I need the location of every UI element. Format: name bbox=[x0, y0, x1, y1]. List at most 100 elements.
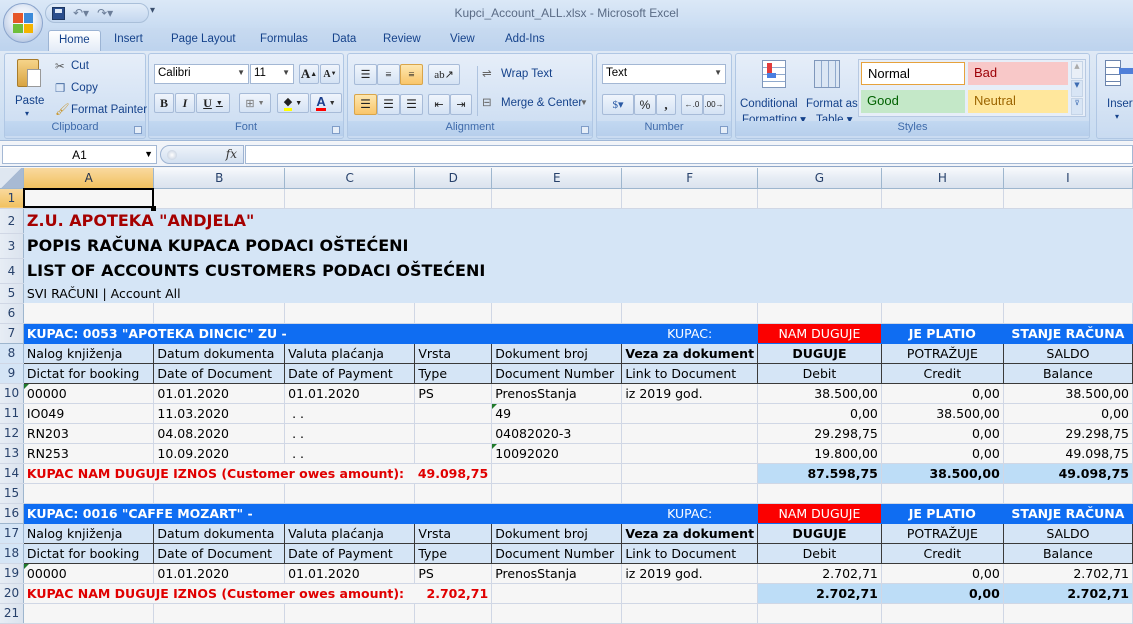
font-size-select[interactable]: 11 ▼ bbox=[250, 64, 294, 84]
tab-page-layout[interactable]: Page Layout bbox=[161, 30, 246, 51]
cell-dokument[interactable]: PrenosStanja bbox=[491, 563, 623, 584]
header-cell[interactable]: Valuta plaćanja bbox=[284, 343, 416, 364]
report-title-en[interactable]: LIST OF ACCOUNTS CUSTOMERS PODACI OŠTEĆE… bbox=[23, 258, 1133, 283]
header-cell[interactable]: Dictat for booking bbox=[23, 363, 155, 384]
copy-button[interactable]: ❐ Copy bbox=[53, 80, 143, 98]
header-cell[interactable]: Date of Payment bbox=[284, 543, 416, 564]
cell-credit[interactable]: 0,00 bbox=[881, 443, 1004, 464]
cell-dokument[interactable]: 10092020 bbox=[491, 443, 623, 464]
row-header[interactable]: 18 bbox=[0, 543, 24, 564]
total-debit[interactable]: 87.598,75 bbox=[757, 463, 882, 484]
cell-datum[interactable]: 01.01.2020 bbox=[153, 563, 286, 584]
cell-datum[interactable]: 04.08.2020 bbox=[153, 423, 286, 444]
row-header[interactable]: 3 bbox=[0, 233, 24, 259]
fill-color-button[interactable]: ◆ ▼ bbox=[277, 93, 309, 113]
kupac-label[interactable]: KUPAC: bbox=[621, 503, 759, 524]
style-good[interactable]: Good bbox=[861, 90, 965, 113]
select-all-corner[interactable] bbox=[0, 168, 24, 189]
row-header[interactable]: 4 bbox=[0, 258, 24, 284]
style-normal[interactable]: Normal bbox=[861, 62, 965, 85]
insert-cells-button[interactable]: Insert ▾ bbox=[1101, 58, 1133, 121]
format-painter-button[interactable]: 🖌 Format Painter bbox=[53, 102, 147, 120]
header-cell[interactable]: SALDO bbox=[1003, 343, 1133, 364]
cell-a1[interactable] bbox=[23, 188, 156, 210]
cell-vrsta[interactable]: PS bbox=[414, 383, 493, 404]
borders-button[interactable]: ⊞ ▼ bbox=[239, 93, 271, 113]
increase-indent-button[interactable]: ⇥ bbox=[450, 94, 472, 115]
header-cell[interactable]: Link to Document bbox=[621, 543, 759, 564]
total-owes[interactable]: 2.702,71 bbox=[414, 583, 493, 604]
row-header[interactable]: 10 bbox=[0, 383, 24, 404]
cell-valuta[interactable]: . . bbox=[284, 443, 416, 464]
cell-dokument[interactable]: 49 bbox=[491, 403, 623, 424]
percent-button[interactable]: % bbox=[634, 94, 656, 115]
bold-button[interactable]: B bbox=[154, 93, 174, 113]
header-cell[interactable]: Document Number bbox=[491, 543, 623, 564]
formula-bar-resize-knob[interactable] bbox=[167, 150, 177, 160]
tab-formulas[interactable]: Formulas bbox=[250, 30, 318, 51]
number-format-select[interactable]: Text ▼ bbox=[602, 64, 726, 84]
comma-style-button[interactable]: , bbox=[656, 94, 676, 115]
decrease-decimal-button[interactable]: .00→ bbox=[703, 94, 725, 115]
header-cell[interactable]: Veza za dokument bbox=[621, 523, 759, 544]
header-cell[interactable]: Dictat for booking bbox=[23, 543, 155, 564]
cell-credit[interactable]: 0,00 bbox=[881, 423, 1004, 444]
header-cell[interactable]: Veza za dokument bbox=[621, 343, 759, 364]
header-cell[interactable]: Datum dokumenta bbox=[153, 523, 286, 544]
row-header[interactable]: 8 bbox=[0, 343, 24, 364]
cell-credit[interactable]: 0,00 bbox=[881, 383, 1004, 404]
header-cell[interactable]: SALDO bbox=[1003, 523, 1133, 544]
customize-qat-icon[interactable]: ▾ bbox=[150, 5, 155, 16]
row-header[interactable]: 1 bbox=[0, 188, 24, 209]
header-cell[interactable]: Nalog knjiženja bbox=[23, 343, 155, 364]
cell-valuta[interactable]: . . bbox=[284, 403, 416, 424]
row-header[interactable]: 7 bbox=[0, 323, 24, 344]
cell-saldo[interactable]: 49.098,75 bbox=[1003, 443, 1133, 464]
underline-button[interactable]: U ▼ bbox=[196, 93, 230, 113]
cell-veza[interactable]: iz 2019 god. bbox=[621, 383, 759, 404]
total-credit[interactable]: 0,00 bbox=[881, 583, 1004, 604]
shrink-font-button[interactable]: A ▼ bbox=[320, 64, 340, 84]
cell-dokument[interactable]: 04082020-3 bbox=[491, 423, 623, 444]
undo-icon[interactable]: ↶▾ bbox=[73, 6, 89, 20]
orientation-button[interactable]: ab↗ bbox=[428, 64, 460, 85]
column-header-c[interactable]: C bbox=[284, 168, 416, 189]
cell-valuta[interactable]: . . bbox=[284, 423, 416, 444]
total-saldo[interactable]: 2.702,71 bbox=[1003, 583, 1133, 604]
header-cell[interactable]: Document Number bbox=[491, 363, 623, 384]
tab-data[interactable]: Data bbox=[322, 30, 366, 51]
formula-input[interactable] bbox=[245, 145, 1133, 164]
decrease-indent-button[interactable]: ⇤ bbox=[428, 94, 450, 115]
align-left-button[interactable]: ☰ bbox=[354, 94, 377, 115]
column-header-h[interactable]: H bbox=[881, 168, 1004, 189]
row-header[interactable]: 5 bbox=[0, 283, 24, 304]
cell-saldo[interactable]: 0,00 bbox=[1003, 403, 1133, 424]
row-header[interactable]: 12 bbox=[0, 423, 24, 444]
cell-nalog[interactable]: RN253 bbox=[23, 443, 155, 464]
cell-vrsta[interactable] bbox=[414, 423, 493, 444]
header-cell[interactable]: Dokument broj bbox=[491, 343, 623, 364]
cell-credit[interactable]: 38.500,00 bbox=[881, 403, 1004, 424]
row-header[interactable]: 17 bbox=[0, 523, 24, 544]
header-cell[interactable]: Link to Document bbox=[621, 363, 759, 384]
header-cell[interactable]: Type bbox=[414, 543, 493, 564]
cell-debit[interactable]: 0,00 bbox=[757, 403, 882, 424]
header-cell[interactable]: POTRAŽUJE bbox=[881, 523, 1004, 544]
align-bottom-button[interactable]: ≡ bbox=[400, 64, 423, 85]
tab-view[interactable]: View bbox=[440, 30, 485, 51]
total-label[interactable]: KUPAC NAM DUGUJE IZNOS (Customer owes am… bbox=[23, 583, 415, 604]
header-cell[interactable]: Dokument broj bbox=[491, 523, 623, 544]
cell-nalog[interactable]: 00000 bbox=[23, 383, 155, 404]
font-dialog-launcher[interactable] bbox=[332, 126, 340, 134]
accounting-format-button[interactable]: $▾ bbox=[602, 94, 634, 115]
number-dialog-launcher[interactable] bbox=[720, 126, 728, 134]
align-top-button[interactable]: ☰ bbox=[354, 64, 377, 85]
font-name-select[interactable]: Calibri ▼ bbox=[154, 64, 249, 84]
paste-button[interactable]: Paste ▾ bbox=[9, 57, 49, 121]
column-header-d[interactable]: D bbox=[414, 168, 493, 189]
cell-saldo[interactable]: 38.500,00 bbox=[1003, 383, 1133, 404]
style-neutral[interactable]: Neutral bbox=[968, 90, 1068, 113]
cell-credit[interactable]: 0,00 bbox=[881, 563, 1004, 584]
row-header[interactable]: 15 bbox=[0, 483, 24, 504]
row-header[interactable]: 9 bbox=[0, 363, 24, 384]
